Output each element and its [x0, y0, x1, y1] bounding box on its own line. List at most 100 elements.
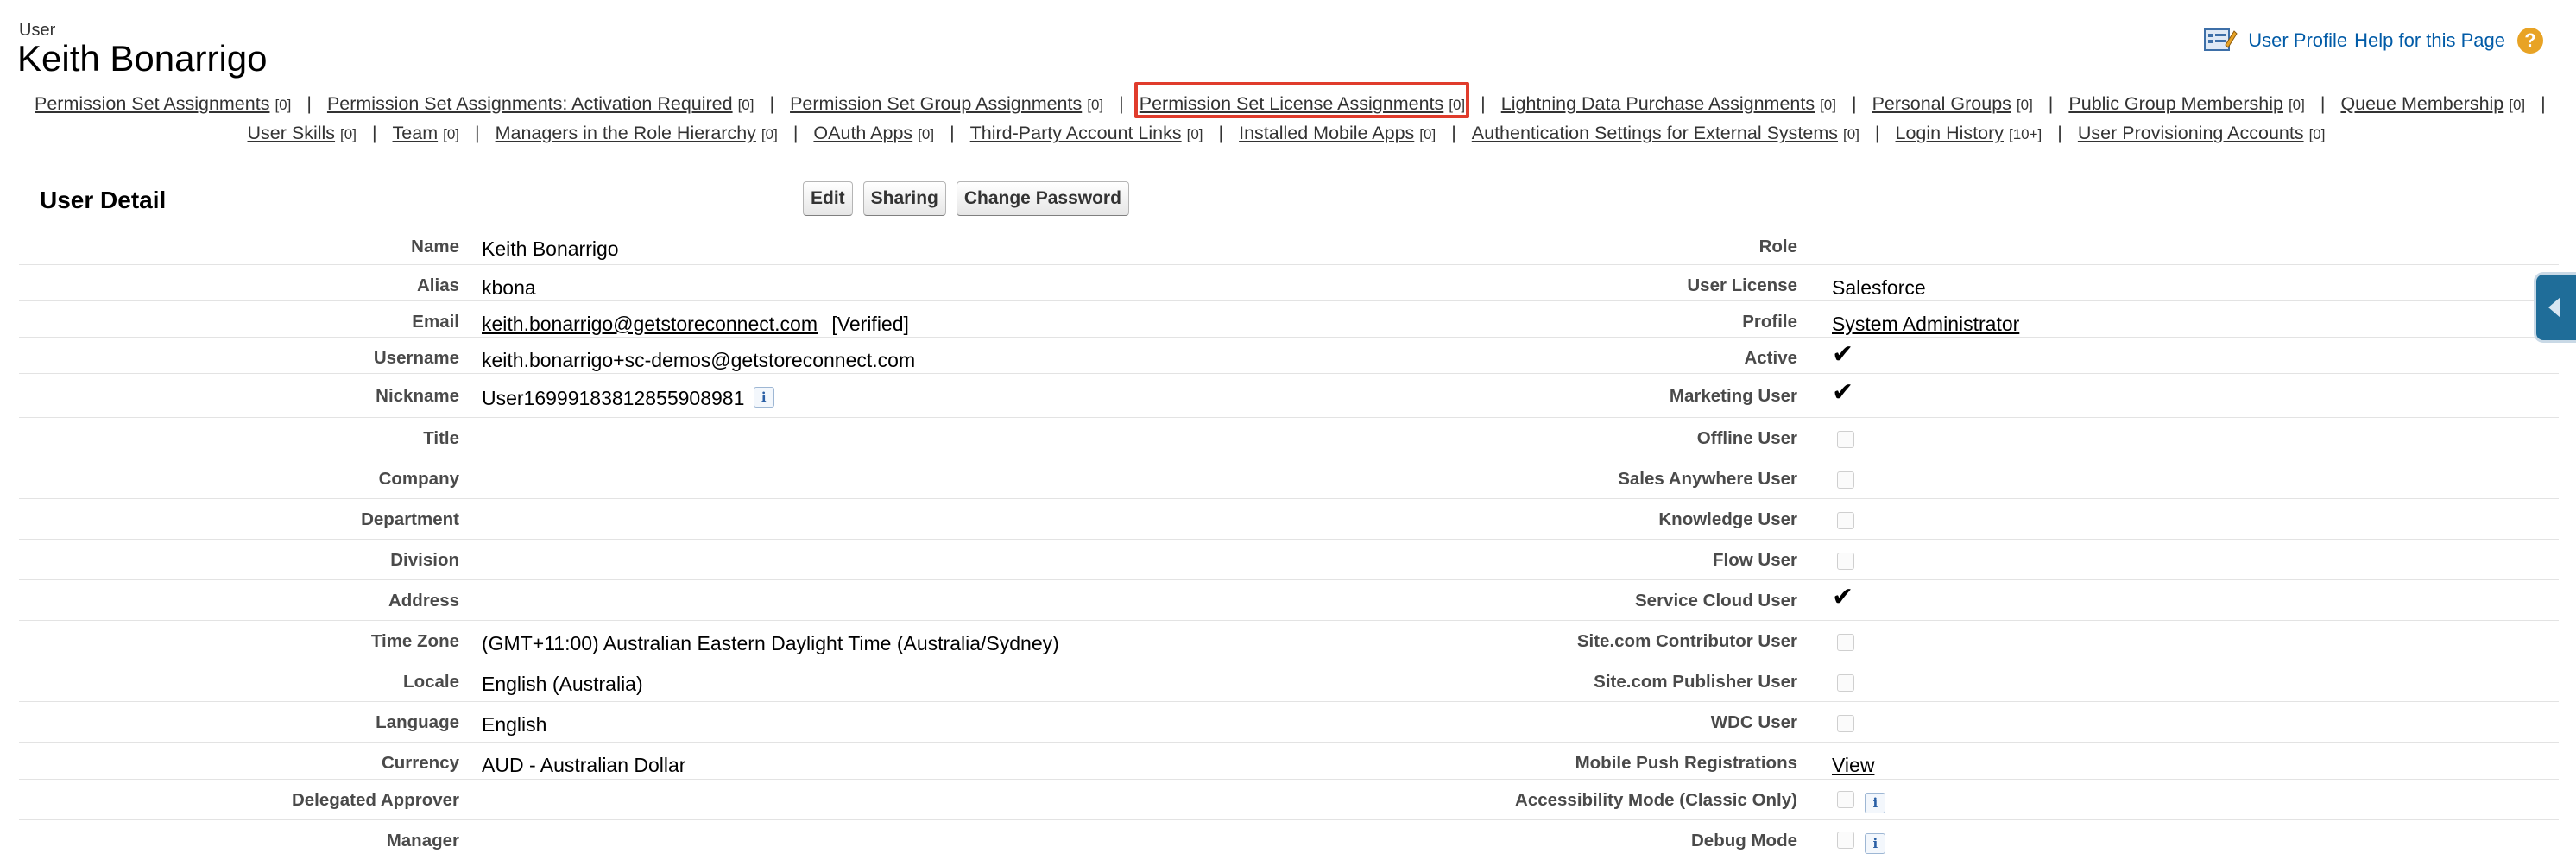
public-group-membership-link[interactable]: Public Group Membership — [2068, 93, 2283, 114]
detail-row: Email keith.bonarrigo@getstoreconnect.co… — [19, 301, 2559, 338]
user-profile-link[interactable]: User Profile — [2248, 29, 2347, 52]
sharing-button[interactable]: Sharing — [862, 181, 946, 216]
related-link-item: Managers in the Role Hierarchy [0] — [496, 123, 778, 143]
profile-link[interactable]: System Administrator — [1832, 313, 2019, 335]
role-label: Role — [1758, 237, 1797, 256]
help-icon[interactable]: ? — [2517, 28, 2543, 54]
active-check-icon: ✔ — [1832, 340, 1854, 369]
link-count: [0] — [2308, 126, 2326, 142]
site-publisher-cell — [1797, 661, 1854, 701]
link-count: [10+] — [2008, 126, 2042, 142]
change-password-button[interactable]: Change Password — [956, 181, 1129, 216]
user-license-value: Salesforce — [1832, 276, 1926, 299]
related-link-item: Queue Membership [0] — [2340, 93, 2525, 114]
info-icon[interactable]: i — [753, 386, 774, 408]
info-icon[interactable]: i — [1865, 832, 1886, 854]
detail-row: Company Sales Anywhere User — [19, 458, 2559, 499]
installed-mobile-apps-link[interactable]: Installed Mobile Apps — [1239, 123, 1414, 143]
language-value: English — [482, 713, 547, 736]
address-value — [459, 580, 1314, 620]
division-value — [459, 540, 1314, 579]
detail-row: Department Knowledge User — [19, 499, 2559, 540]
mobile-push-label: Mobile Push Registrations — [1575, 753, 1797, 773]
login-history-link[interactable]: Login History — [1896, 123, 2004, 143]
accessibility-mode-cell: i — [1797, 780, 1886, 819]
link-count: [0] — [2016, 97, 2033, 113]
queue-membership-link[interactable]: Queue Membership — [2340, 93, 2503, 114]
locale-label: Locale — [403, 672, 459, 692]
wdc-user-checkbox — [1837, 715, 1854, 732]
active-label: Active — [1744, 348, 1797, 368]
email-cell: keith.bonarrigo@getstoreconnect.com [Ver… — [459, 301, 1314, 337]
separator: | — [792, 123, 799, 143]
team-link[interactable]: Team — [393, 123, 439, 143]
flow-user-checkbox — [1837, 553, 1854, 570]
separator: | — [475, 123, 480, 143]
permission-set-group-assignments-link[interactable]: Permission Set Group Assignments — [790, 93, 1082, 114]
authentication-settings-link[interactable]: Authentication Settings for External Sys… — [1472, 123, 1838, 143]
currency-label: Currency — [381, 753, 459, 773]
highlight-box — [1134, 82, 1469, 118]
email-verified-text: [Verified] — [831, 313, 909, 335]
link-count: [0] — [275, 97, 292, 113]
user-provisioning-accounts-link[interactable]: User Provisioning Accounts — [2078, 123, 2304, 143]
profile-label: Profile — [1742, 312, 1797, 332]
related-link-item: Lightning Data Purchase Assignments [0] — [1501, 93, 1836, 114]
link-count: [0] — [340, 126, 357, 142]
third-party-account-links-link[interactable]: Third-Party Account Links — [970, 123, 1182, 143]
email-link[interactable]: keith.bonarrigo@getstoreconnect.com — [482, 313, 818, 335]
related-link-item: Third-Party Account Links [0] — [970, 123, 1203, 143]
delegated-approver-label: Delegated Approver — [291, 790, 459, 810]
link-count: [0] — [1186, 126, 1203, 142]
oauth-apps-link[interactable]: OAuth Apps — [813, 123, 912, 143]
department-value — [459, 499, 1314, 539]
permission-set-assignments-activation-link[interactable]: Permission Set Assignments: Activation R… — [327, 93, 733, 114]
site-contributor-cell — [1797, 621, 1854, 661]
detail-row: Time Zone (GMT+11:00) Australian Eastern… — [19, 621, 2559, 661]
edit-button[interactable]: Edit — [803, 181, 853, 216]
related-link-item: Authentication Settings for External Sys… — [1472, 123, 1859, 143]
offline-user-cell — [1797, 418, 1854, 458]
help-for-this-page-link[interactable]: Help for this Page — [2354, 29, 2505, 52]
related-link-item: Team [0] — [393, 123, 459, 143]
separator: | — [1851, 93, 1857, 114]
debug-mode-cell: i — [1797, 820, 1886, 860]
separator: | — [1218, 123, 1224, 143]
info-icon[interactable]: i — [1865, 792, 1886, 813]
locale-value: English (Australia) — [482, 673, 643, 695]
related-link-item: User Skills [0] — [248, 123, 357, 143]
separator: | — [769, 93, 775, 114]
permission-set-assignments-link[interactable]: Permission Set Assignments — [35, 93, 269, 114]
knowledge-user-checkbox — [1837, 512, 1854, 529]
separator: | — [2057, 123, 2062, 143]
separator: | — [1451, 123, 1456, 143]
personal-groups-link[interactable]: Personal Groups — [1872, 93, 2011, 114]
related-link-item: User Provisioning Accounts [0] — [2078, 123, 2326, 143]
user-profile-icon[interactable] — [2203, 26, 2238, 55]
marketing-user-label: Marketing User — [1669, 386, 1797, 406]
user-detail-table: Name Keith Bonarrigo Role Alias kbona Us… — [19, 226, 2559, 860]
service-cloud-cell: ✔ — [1797, 580, 1853, 620]
separator: | — [306, 93, 312, 114]
company-label: Company — [378, 469, 459, 489]
delegated-approver-value — [459, 780, 1314, 819]
separator: | — [950, 123, 955, 143]
detail-row: Title Offline User — [19, 418, 2559, 458]
related-link-item: Permission Set Assignments [0] — [35, 93, 291, 114]
wdc-user-label: WDC User — [1710, 712, 1797, 732]
detail-row: Manager Debug Mode i — [19, 820, 2559, 860]
separator: | — [1481, 93, 1486, 114]
mobile-push-cell: View — [1797, 743, 1874, 779]
department-label: Department — [361, 509, 459, 529]
sales-anywhere-cell — [1797, 458, 1854, 498]
sidebar-toggle-tab[interactable] — [2536, 275, 2576, 340]
mobile-push-view-link[interactable]: View — [1832, 754, 1874, 776]
detail-row: Delegated Approver Accessibility Mode (C… — [19, 780, 2559, 820]
separator: | — [2048, 93, 2054, 114]
lightning-data-purchase-assignments-link[interactable]: Lightning Data Purchase Assignments — [1501, 93, 1815, 114]
managers-in-role-hierarchy-link[interactable]: Managers in the Role Hierarchy — [496, 123, 756, 143]
user-skills-link[interactable]: User Skills — [248, 123, 336, 143]
button-bar: Edit Sharing Change Password — [803, 181, 1129, 216]
link-count: [0] — [918, 126, 935, 142]
related-link-item: Login History [10+] — [1896, 123, 2042, 143]
